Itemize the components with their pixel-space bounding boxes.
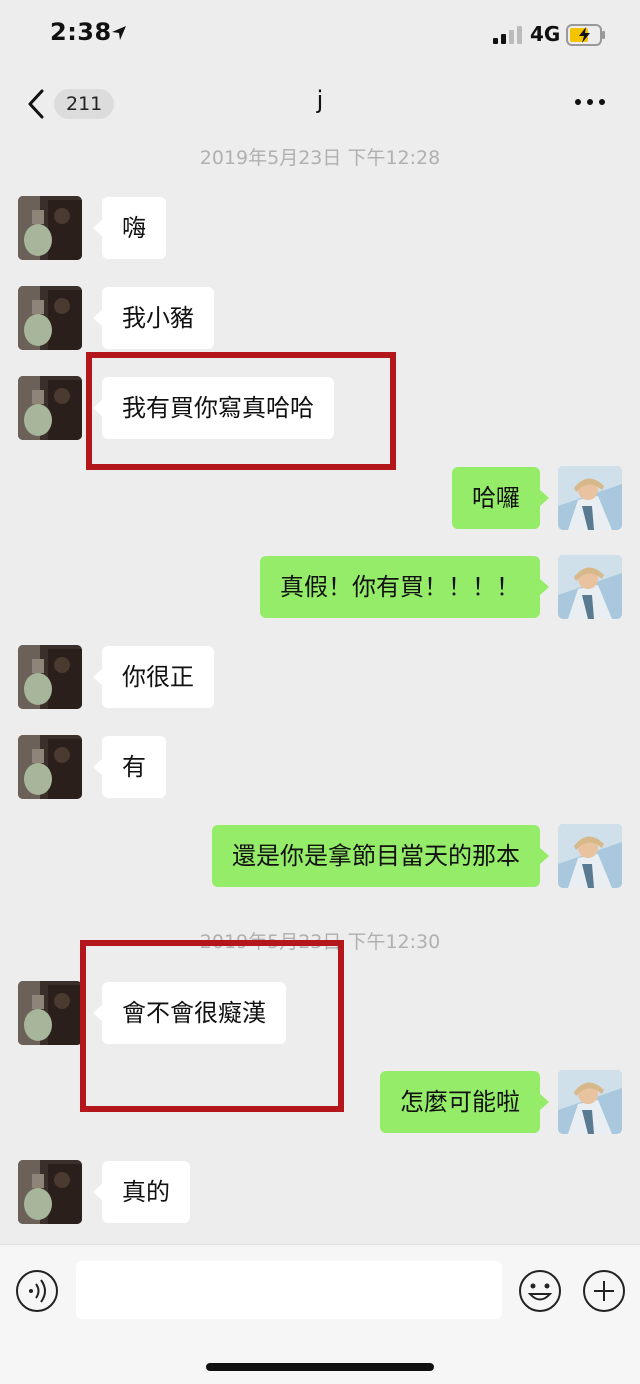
outgoing-message-bubble[interactable]: 真假！你有買！！！！ xyxy=(260,556,549,618)
home-indicator[interactable] xyxy=(206,1363,434,1371)
contact-avatar[interactable] xyxy=(18,981,82,1045)
contact-avatar[interactable] xyxy=(18,376,82,440)
contact-avatar[interactable] xyxy=(18,1160,82,1224)
message-input-bar xyxy=(0,1244,640,1384)
battery-charging-icon xyxy=(566,24,605,46)
status-bar: 2:38 4G xyxy=(0,0,640,70)
incoming-message-bubble[interactable]: 嗨 xyxy=(93,197,166,259)
red-highlight-box xyxy=(80,940,344,1112)
add-more-icon[interactable] xyxy=(582,1269,626,1313)
incoming-message-bubble[interactable]: 我小豬 xyxy=(93,287,214,349)
contact-avatar[interactable] xyxy=(18,196,82,260)
user-avatar[interactable] xyxy=(558,466,622,530)
voice-input-icon[interactable] xyxy=(15,1269,59,1313)
incoming-message-bubble[interactable]: 真的 xyxy=(93,1161,190,1223)
message-timestamp: 2019年5月23日 下午12:28 xyxy=(199,147,441,169)
status-time: 2:38 xyxy=(50,18,112,46)
network-type-label: 4G xyxy=(530,22,561,46)
chat-header: 211 j xyxy=(0,70,640,136)
more-options-icon[interactable] xyxy=(570,92,610,112)
outgoing-message-bubble[interactable]: 哈囉 xyxy=(452,467,549,529)
signal-strength-icon xyxy=(493,26,522,44)
outgoing-message-bubble[interactable]: 還是你是拿節目當天的那本 xyxy=(212,825,549,887)
message-input[interactable] xyxy=(76,1261,502,1319)
red-highlight-box xyxy=(86,352,396,470)
contact-avatar[interactable] xyxy=(18,286,82,350)
user-avatar[interactable] xyxy=(558,555,622,619)
contact-avatar[interactable] xyxy=(18,735,82,799)
contact-avatar[interactable] xyxy=(18,645,82,709)
chat-title: j xyxy=(316,86,324,114)
emoji-icon[interactable] xyxy=(518,1269,562,1313)
incoming-message-bubble[interactable]: 你很正 xyxy=(93,646,214,708)
incoming-message-bubble[interactable]: 有 xyxy=(93,736,166,798)
location-arrow-icon xyxy=(112,26,126,40)
user-avatar[interactable] xyxy=(558,1070,622,1134)
outgoing-message-bubble[interactable]: 怎麼可能啦 xyxy=(380,1071,549,1133)
user-avatar[interactable] xyxy=(558,824,622,888)
